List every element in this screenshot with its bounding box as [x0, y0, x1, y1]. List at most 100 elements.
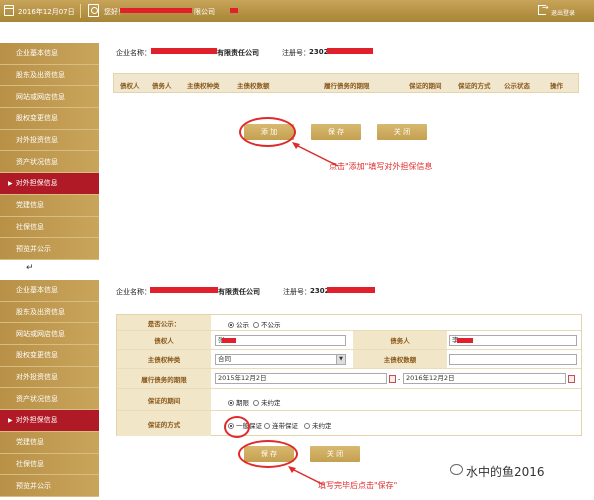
guarantee-method-label: 保证的方式	[117, 411, 211, 436]
radio-gm-unspecified-button[interactable]	[304, 423, 310, 429]
radio-term-button[interactable]	[228, 400, 234, 406]
radio-joint-button[interactable]	[264, 423, 270, 429]
column-header: 履行债务的期限	[324, 82, 370, 90]
sidebar-item-label: 网站或网店信息	[16, 92, 65, 101]
sidebar-item-7[interactable]: 党建信息	[0, 195, 99, 217]
radio-public[interactable]: 公示	[228, 319, 249, 329]
sidebar-item-label: 企业基本信息	[16, 286, 58, 295]
redacted-reg-number	[327, 48, 373, 54]
amount-label: 主债权数额	[353, 350, 447, 368]
redacted-text	[230, 8, 238, 13]
chevron-down-icon[interactable]: ▼	[336, 355, 345, 364]
kind-select[interactable]: 合同 ▼	[215, 354, 346, 365]
radio-public-button[interactable]	[228, 322, 234, 328]
public-label: 是否公示：	[117, 315, 211, 330]
sidebar-item-label: 企业基本信息	[16, 49, 58, 58]
period-start-value: 2015年12月2日	[218, 374, 267, 382]
sidebar-item-0[interactable]: 企业基本信息	[0, 280, 99, 302]
sidebar-item-2[interactable]: 网站或网店信息	[0, 86, 99, 109]
sidebar-item-3[interactable]: 股权变更信息	[0, 345, 99, 367]
sidebar-nav-top: 企业基本信息 股东及出资信息 网站或网店信息 股权变更信息对外投资信息资产状况信息 ▶ 对…	[0, 43, 99, 260]
watermark-text: 水中的鱼2016	[466, 465, 545, 479]
calendar-icon[interactable]	[389, 375, 396, 383]
column-header: 主债权数额	[237, 82, 270, 90]
radio-gp-unspecified-button[interactable]	[253, 400, 259, 406]
column-header: 保证的方式	[458, 82, 491, 90]
sidebar-item-9[interactable]: 预览并公示	[0, 475, 99, 497]
form-row-parties: 债权人 张 债务人 李	[117, 331, 581, 350]
radio-term[interactable]: 期限	[228, 397, 249, 407]
sidebar-item-label: 股东及出资信息	[16, 308, 65, 317]
sidebar-item-label: 预览并公示	[16, 481, 51, 490]
sidebar-item-label: 党建信息	[16, 201, 44, 210]
sidebar-item-7[interactable]: 党建信息	[0, 432, 99, 454]
sidebar-item-3[interactable]: 股权变更信息	[0, 108, 99, 130]
sidebar-item-2[interactable]: 网站或网店信息	[0, 323, 99, 346]
reg-number-prefix: 2302	[309, 48, 329, 56]
header-divider	[80, 4, 81, 18]
sidebar-item-0[interactable]: 企业基本信息	[0, 43, 99, 65]
top-header: 2016年12月07日 您好！ 限公司 退出登录	[0, 0, 594, 22]
period-end-value: 2016年12月2日	[406, 374, 455, 382]
radio-not-public-label: 不公示	[261, 321, 281, 329]
close-button[interactable]: 关 闭	[310, 446, 360, 462]
radio-gp-unspecified[interactable]: 未约定	[253, 397, 281, 407]
sidebar-item-6[interactable]: ▶ 对外担保信息	[0, 410, 99, 432]
company-name-label: 企业名称：	[116, 49, 151, 57]
reg-number-label: 注册号：	[282, 49, 310, 57]
calendar-icon[interactable]	[568, 375, 575, 383]
sidebar-item-6[interactable]: ▶ 对外担保信息	[0, 173, 99, 195]
sidebar-item-label: 对外担保信息	[15, 179, 58, 188]
guarantee-period-label: 保证的期间	[117, 389, 211, 410]
redacted-debtor	[457, 338, 473, 343]
amount-input[interactable]	[449, 354, 577, 365]
radio-gm-unspecified[interactable]: 未约定	[304, 420, 332, 430]
radio-not-public[interactable]: 不公示	[253, 319, 281, 329]
sidebar-item-1[interactable]: 股东及出资信息	[0, 65, 99, 87]
sidebar-item-label: 股权变更信息	[16, 114, 58, 123]
column-header: 操作	[550, 82, 563, 90]
period-label: 履行债务的期限	[117, 369, 211, 388]
user-icon	[88, 4, 99, 17]
form-row-period: 履行债务的期限 2015年12月2日 - 2016年12月2日	[117, 369, 581, 389]
redacted-company-name	[120, 8, 192, 13]
return-symbol: ↵	[26, 263, 34, 273]
form-row-guarantee-method: 保证的方式 一般保证 连带保证 未约定	[117, 411, 581, 436]
kind-label: 主债权种类	[117, 350, 211, 368]
reg-number-label: 注册号：	[283, 288, 311, 296]
logout-icon[interactable]	[538, 3, 549, 15]
save-button[interactable]: 保 存	[311, 124, 361, 140]
logout-link[interactable]: 退出登录	[551, 8, 575, 17]
sidebar-item-4[interactable]: 对外投资信息	[0, 130, 99, 152]
header-company-suffix: 限公司	[194, 8, 215, 16]
annotation-add-instruction: 点击"添加"填写对外担保信息	[329, 162, 433, 171]
radio-joint[interactable]: 连带保证	[264, 420, 298, 430]
form-row-debt: 主债权种类 合同 ▼ 主债权数额	[117, 350, 581, 369]
sidebar-item-label: 股东及出资信息	[16, 71, 65, 80]
sidebar-item-5[interactable]: 资产状况信息	[0, 388, 99, 411]
redacted-company-name	[150, 287, 218, 293]
period-start-input[interactable]: 2015年12月2日	[215, 373, 387, 384]
sidebar-item-label: 预览并公示	[16, 244, 51, 253]
period-end-input[interactable]: 2016年12月2日	[403, 373, 566, 384]
radio-joint-label: 连带保证	[272, 422, 298, 430]
sidebar-item-9[interactable]: 预览并公示	[0, 238, 99, 260]
close-button[interactable]: 关 闭	[377, 124, 427, 140]
sidebar-item-4[interactable]: 对外投资信息	[0, 367, 99, 389]
sidebar-item-label: 资产状况信息	[16, 157, 58, 166]
radio-not-public-button[interactable]	[253, 322, 259, 328]
column-header: 债权人	[120, 82, 140, 90]
annotation-save-instruction: 填写完毕后点击"保存"	[318, 481, 398, 490]
sidebar-item-8[interactable]: 社保信息	[0, 217, 99, 239]
sidebar-item-8[interactable]: 社保信息	[0, 454, 99, 476]
guarantee-form: 是否公示： 公示 不公示 债权人 张 债务人 李 主债权种类 合同 ▼ 主债权数额…	[116, 314, 582, 436]
header-date: 2016年12月07日	[18, 8, 75, 16]
sidebar-item-5[interactable]: 资产状况信息	[0, 151, 99, 174]
wechat-icon	[450, 464, 463, 475]
sidebar-item-1[interactable]: 股东及出资信息	[0, 302, 99, 324]
sidebar-item-label: 网站或网店信息	[16, 329, 65, 338]
kind-value: 合同	[218, 355, 231, 363]
radio-gm-unspecified-label: 未约定	[312, 422, 332, 430]
company-name-suffix: 有限责任公司	[218, 288, 260, 296]
sidebar-item-label: 党建信息	[16, 438, 44, 447]
